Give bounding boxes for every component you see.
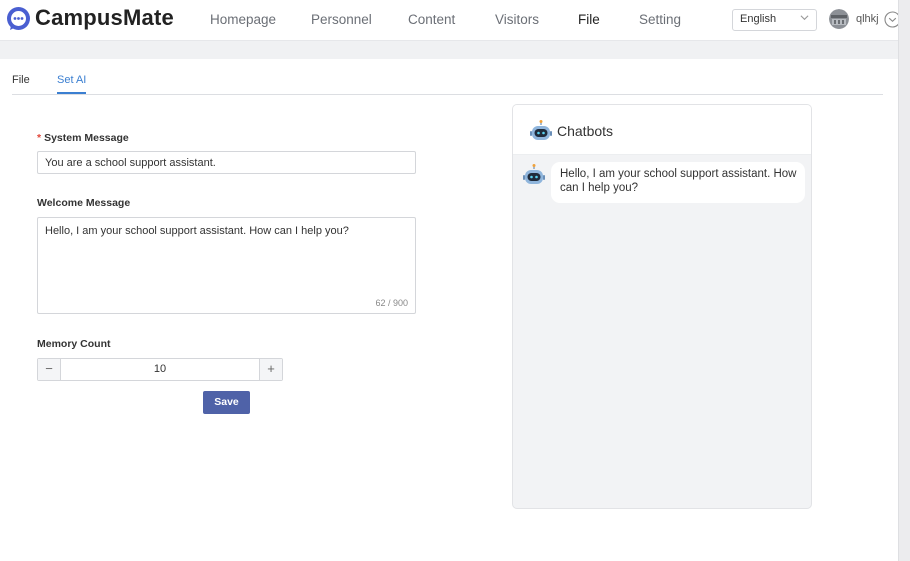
required-mark: *: [37, 132, 42, 144]
nav-item-file[interactable]: File: [578, 12, 600, 27]
system-message-label-text: System Message: [44, 132, 129, 144]
tab-bar: File Set AI: [12, 59, 883, 95]
top-navigation-bar: CampusMate Homepage Personnel Content Vi…: [0, 0, 901, 41]
chatbot-header: Chatbots: [513, 105, 811, 155]
active-tab-indicator: [57, 92, 86, 94]
campusmate-logo-icon: [6, 6, 31, 31]
welcome-message-label: Welcome Message: [37, 197, 131, 209]
robot-icon: [522, 163, 546, 187]
chevron-down-icon: [800, 13, 809, 25]
memory-count-label: Memory Count: [37, 338, 111, 350]
decrement-button[interactable]: −: [38, 359, 61, 380]
system-message-value: You are a school support assistant.: [45, 157, 216, 169]
tab-file[interactable]: File: [12, 74, 30, 86]
memory-count-input[interactable]: 10: [61, 363, 259, 375]
nav-item-setting[interactable]: Setting: [639, 12, 681, 27]
language-select-value: English: [740, 13, 777, 25]
system-message-label: * System Message: [37, 132, 129, 144]
nav-item-personnel[interactable]: Personnel: [311, 12, 372, 27]
nav-item-homepage[interactable]: Homepage: [210, 12, 276, 27]
character-counter: 62 / 900: [375, 297, 408, 308]
settings-card: File Set AI * System Message You are a sc…: [0, 59, 898, 561]
page-scrollbar[interactable]: [898, 0, 910, 561]
app-logo[interactable]: CampusMate: [6, 5, 174, 31]
tab-set-ai[interactable]: Set AI: [57, 74, 86, 86]
save-button[interactable]: Save: [203, 391, 250, 414]
username[interactable]: qlhkj: [856, 13, 879, 25]
avatar[interactable]: [829, 9, 849, 29]
memory-count-stepper: − 10 +: [37, 358, 283, 381]
system-message-input[interactable]: You are a school support assistant.: [37, 151, 416, 174]
chat-message-bubble: Hello, I am your school support assistan…: [551, 162, 805, 203]
brand-name: CampusMate: [35, 5, 174, 30]
robot-icon: [529, 119, 553, 143]
chatbot-preview-panel: Chatbots Hello, I am your school support…: [512, 104, 812, 509]
welcome-message-value: Hello, I am your school support assistan…: [45, 225, 349, 237]
nav-item-visitors[interactable]: Visitors: [495, 12, 539, 27]
language-select[interactable]: English: [732, 9, 817, 31]
welcome-message-textarea[interactable]: Hello, I am your school support assistan…: [37, 217, 416, 314]
chatbot-title: Chatbots: [557, 123, 614, 139]
increment-button[interactable]: +: [259, 359, 282, 380]
nav-item-content[interactable]: Content: [408, 12, 455, 27]
